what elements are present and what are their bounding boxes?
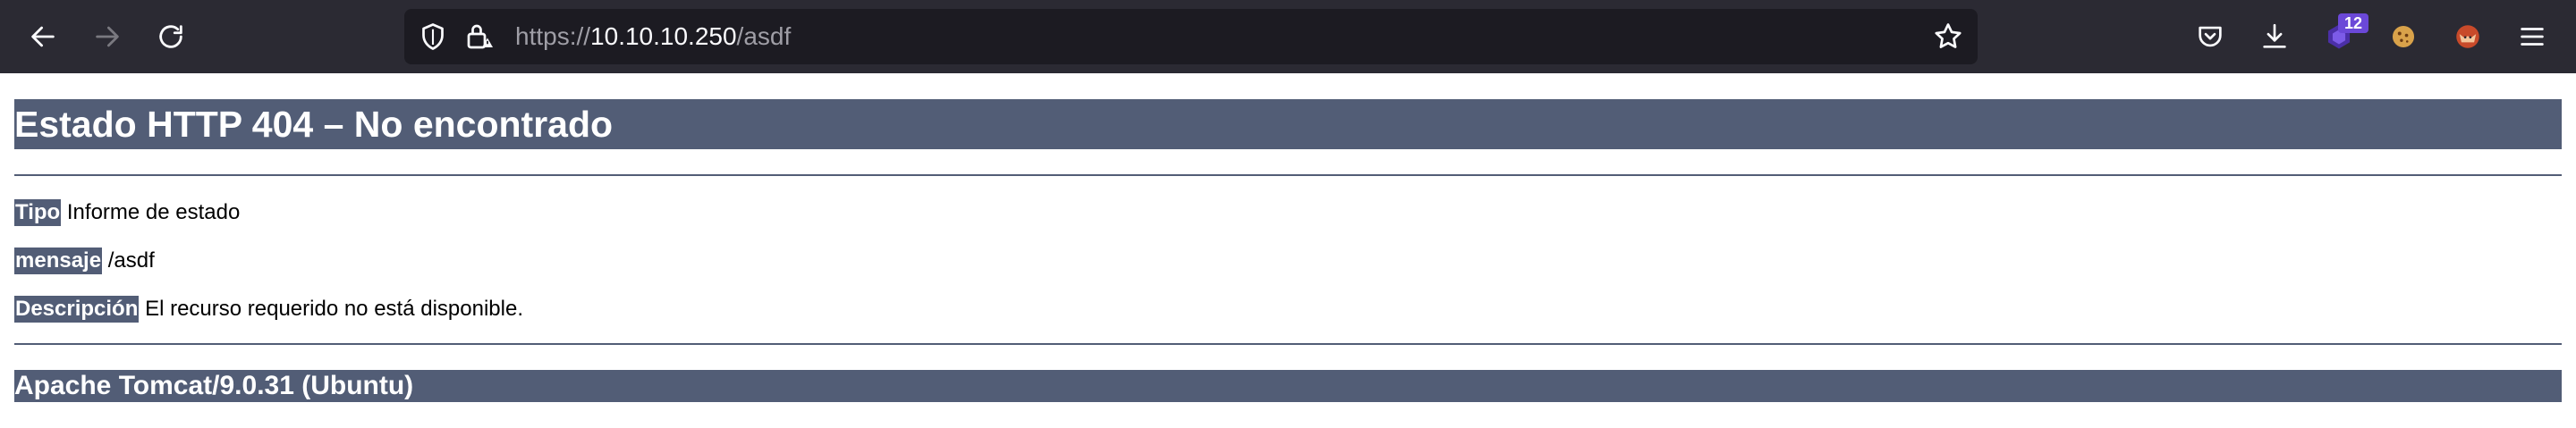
type-value: Informe de estado <box>66 200 241 224</box>
extension-cookie-button[interactable] <box>2382 15 2425 58</box>
insecure-lock-icon[interactable] <box>463 21 496 53</box>
url-bar[interactable]: https://10.10.10.250/asdf <box>404 9 1978 64</box>
message-row: mensaje /asdf <box>14 248 155 274</box>
message-value: /asdf <box>107 248 155 273</box>
app-menu-button[interactable] <box>2511 15 2554 58</box>
url-text[interactable]: https://10.10.10.250/asdf <box>515 9 791 64</box>
back-button[interactable] <box>21 15 64 58</box>
extension-badge: 12 <box>2338 13 2368 33</box>
fox-extension-icon <box>2456 25 2479 48</box>
divider-bottom <box>14 343 2562 345</box>
hamburger-menu-icon <box>2521 28 2544 46</box>
url-path: /asdf <box>736 22 792 50</box>
url-scheme: https:// <box>515 22 591 50</box>
description-row: Descripción El recurso requerido no está… <box>14 296 523 323</box>
forward-button[interactable] <box>86 15 129 58</box>
url-host: 10.10.10.250 <box>590 22 737 50</box>
download-icon <box>2263 23 2286 48</box>
pocket-icon <box>2199 26 2222 47</box>
downloads-button[interactable] <box>2253 15 2296 58</box>
back-arrow-icon <box>31 26 55 47</box>
divider-top <box>14 174 2562 176</box>
browser-toolbar: https://10.10.10.250/asdf 12 <box>0 0 2576 73</box>
pocket-button[interactable] <box>2189 15 2232 58</box>
extension-fox-button[interactable] <box>2446 15 2489 58</box>
forward-arrow-icon <box>96 26 119 47</box>
reload-button[interactable] <box>149 15 192 58</box>
reload-icon <box>159 25 182 48</box>
server-footer: Apache Tomcat/9.0.31 (Ubuntu) <box>14 370 2562 402</box>
description-value: El recurso requerido no está disponible. <box>145 297 523 321</box>
description-label: Descripción <box>14 296 140 323</box>
shield-icon[interactable] <box>417 21 449 53</box>
page-title: Estado HTTP 404 – No encontrado <box>14 99 2562 149</box>
cookie-icon <box>2392 25 2415 48</box>
type-label: Tipo <box>14 199 62 226</box>
star-icon[interactable] <box>1932 21 1964 53</box>
message-label: mensaje <box>14 248 103 274</box>
type-row: Tipo Informe de estado <box>14 199 240 226</box>
